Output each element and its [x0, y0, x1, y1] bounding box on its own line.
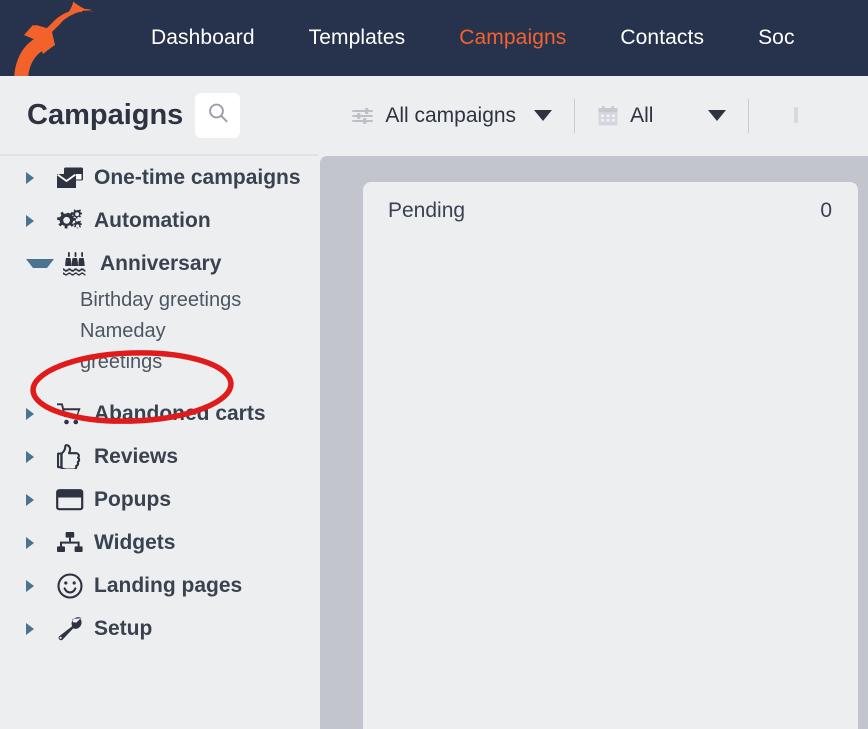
chevron-right-icon [26, 622, 42, 635]
chevron-right-icon [26, 407, 42, 420]
summary-row-value: 0 [820, 199, 832, 222]
sidebar-item-label: Setup [94, 617, 153, 640]
sidebar-item-label: Automation [94, 209, 211, 232]
filter-campaign-type[interactable]: All campaigns [352, 103, 553, 128]
sidebar-item-label: Abandoned carts [94, 402, 266, 425]
nav-item-campaigns[interactable]: Campaigns [432, 0, 593, 76]
cake-icon [61, 251, 91, 276]
chevron-right-icon [26, 450, 42, 463]
summary-row-label: Pending [388, 199, 466, 222]
chevron-down-icon [708, 110, 727, 121]
sliders-icon [352, 107, 374, 125]
wrench-icon [55, 616, 85, 642]
sidebar-item-label: Reviews [94, 445, 179, 468]
campaign-summary-panel: Pending 0 [363, 182, 858, 729]
nav-item-contacts[interactable]: Contacts [593, 0, 731, 76]
filter-divider-2 [748, 98, 750, 133]
search-icon [207, 102, 229, 129]
page-title: Campaigns [27, 99, 184, 131]
envelopes-icon [55, 166, 85, 190]
filter-date-range[interactable]: All [597, 103, 727, 128]
sidebar-item-landing-pages[interactable]: Landing pages [0, 564, 320, 607]
sub-header: Campaigns All campaigns All [0, 76, 868, 155]
sidebar-item-automation[interactable]: Automation [0, 199, 320, 242]
chevron-right-icon [26, 536, 42, 549]
sidebar-item-label: Popups [94, 488, 171, 511]
nav-items: Dashboard Templates Campaigns Contacts S… [124, 0, 822, 76]
filter-controls: All campaigns All [352, 98, 803, 133]
filter-divider [574, 98, 576, 133]
chevron-down-icon [26, 259, 54, 268]
search-button[interactable] [195, 93, 241, 138]
shopping-cart-icon [55, 402, 85, 426]
sidebar-item-label: One-time campaigns [94, 166, 301, 189]
top-navigation-bar: Dashboard Templates Campaigns Contacts S… [0, 0, 868, 76]
sidebar-item-widgets[interactable]: Widgets [0, 521, 320, 564]
sidebar-item-label: Widgets [94, 531, 176, 554]
chevron-right-icon [26, 579, 42, 592]
sidebar-item-setup[interactable]: Setup [0, 607, 320, 650]
chevron-right-icon [26, 171, 42, 184]
calendar-icon [597, 105, 619, 127]
chevron-down-icon [534, 110, 553, 121]
sidebar-item-label: Landing pages [94, 574, 243, 597]
summary-row-pending: Pending 0 [363, 182, 858, 221]
nav-item-dashboard[interactable]: Dashboard [124, 0, 282, 76]
sidebar-item-one-time-campaigns[interactable]: One-time campaigns [0, 156, 320, 199]
sidebar-item-popups[interactable]: Popups [0, 478, 320, 521]
sidebar-item-abandoned-carts[interactable]: Abandoned carts [0, 392, 320, 435]
filter-campaign-type-label: All campaigns [385, 103, 517, 127]
sidebar-subitem-nameday-greetings[interactable]: Nameday greetings [0, 316, 320, 378]
smiley-icon [55, 572, 85, 599]
sidebar-item-label: Anniversary [100, 252, 222, 275]
chevron-right-icon [26, 493, 42, 506]
nav-item-social[interactable]: Soc [731, 0, 822, 76]
gears-icon [55, 208, 85, 233]
thumbs-up-icon [55, 444, 85, 469]
app-root: Dashboard Templates Campaigns Contacts S… [0, 0, 868, 729]
sitemap-icon [55, 531, 85, 555]
sidebar-subitem-birthday-greetings[interactable]: Birthday greetings [0, 285, 320, 316]
sidebar: One-time campaigns Automation Anniversar… [0, 156, 320, 729]
rocket-logo[interactable] [0, 0, 124, 76]
sidebar-item-anniversary[interactable]: Anniversary [0, 242, 320, 285]
overflow-icon[interactable] [789, 105, 803, 127]
popup-window-icon [55, 488, 85, 511]
sidebar-item-reviews[interactable]: Reviews [0, 435, 320, 478]
filter-date-range-label: All [630, 103, 654, 127]
chevron-right-icon [26, 214, 42, 227]
sidebar-subitem-label: Nameday greetings [80, 320, 166, 373]
nav-item-templates[interactable]: Templates [282, 0, 433, 76]
sidebar-subitem-label: Birthday greetings [80, 289, 242, 311]
